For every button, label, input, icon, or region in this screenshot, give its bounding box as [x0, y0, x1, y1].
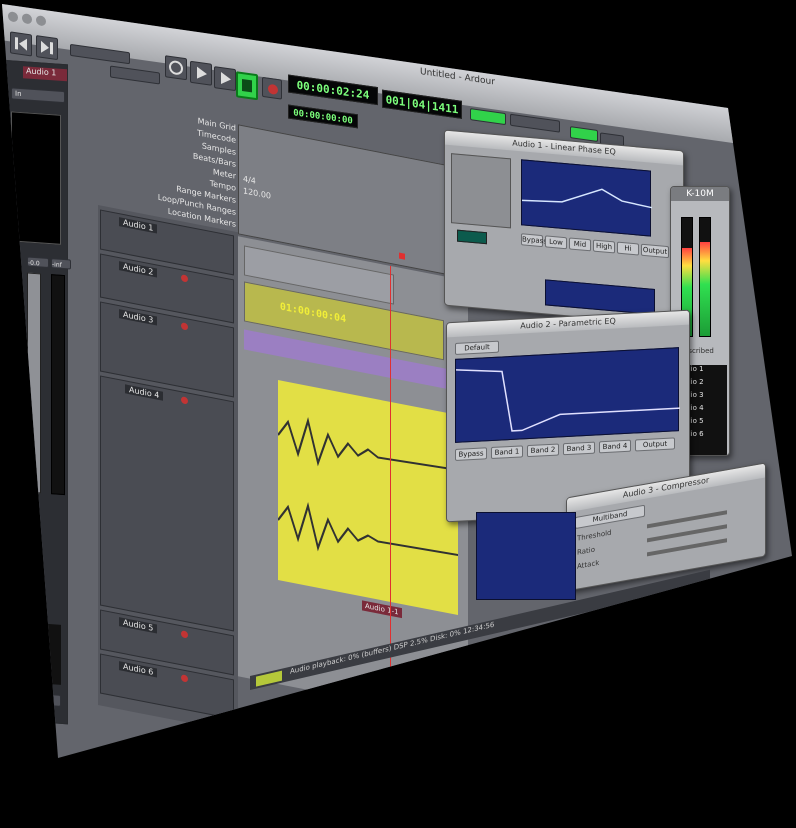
strip-peak-display[interactable]: -inf	[51, 258, 71, 270]
zoom-window-icon[interactable]	[36, 15, 46, 27]
track-name[interactable]: Audio 1	[119, 217, 158, 234]
record-icon	[268, 83, 278, 96]
eq-1-graph[interactable]	[521, 159, 653, 237]
eq-2-curve	[455, 369, 680, 432]
playhead-line	[390, 265, 391, 707]
record-button[interactable]	[262, 76, 282, 100]
goto-end-button[interactable]	[36, 35, 58, 61]
strip-plugin-box[interactable]	[11, 111, 61, 245]
track-header[interactable]: Audio 4	[100, 375, 234, 632]
meter-value: 4/4	[243, 174, 256, 186]
close-window-icon[interactable]	[8, 11, 18, 23]
goto-start-icon	[15, 37, 27, 51]
compressor-label: Attack	[577, 558, 600, 571]
track-record-button[interactable]	[181, 322, 188, 331]
eq-2-graph[interactable]	[455, 347, 680, 443]
minimize-window-icon[interactable]	[22, 13, 32, 25]
eq-1-button[interactable]: Low	[545, 235, 567, 250]
tempo-value: 120.00	[243, 186, 271, 201]
play-range-icon	[197, 66, 207, 79]
track-record-button[interactable]	[181, 674, 188, 683]
eq-plugin-window-1[interactable]: Audio 1 - Linear Phase EQ Bypass Low Mid…	[444, 129, 684, 327]
track-record-button[interactable]	[181, 274, 188, 283]
strip-lower-box	[11, 621, 61, 685]
eq-1-button[interactable]: High	[593, 239, 615, 254]
eq-2-button[interactable]: Output	[635, 437, 675, 452]
primary-clock[interactable]: 00:00:02:24	[288, 74, 378, 106]
track-name[interactable]: Audio 2	[119, 261, 158, 278]
play-icon	[221, 72, 231, 85]
sync-button[interactable]	[510, 113, 560, 133]
strip-name-label: Audio 1	[26, 66, 57, 78]
play-button[interactable]	[214, 66, 236, 92]
track-record-button[interactable]	[181, 630, 188, 639]
loop-button[interactable]	[165, 55, 187, 81]
compressor-slider[interactable]	[647, 538, 727, 557]
eq-2-button[interactable]: Band 2	[527, 443, 559, 458]
eq-2-button[interactable]: Band 3	[563, 441, 595, 456]
goto-end-icon	[41, 40, 53, 55]
punch-in-button[interactable]	[470, 108, 506, 126]
ardour-window: Untitled - Ardour 00:00:02:24 00:00:00:0…	[2, 4, 792, 758]
track-record-button[interactable]	[181, 396, 188, 405]
punch-out-button[interactable]	[570, 126, 598, 143]
goto-start-button[interactable]	[10, 31, 32, 57]
shuttle-speed[interactable]	[110, 65, 160, 85]
compressor-label: Ratio	[577, 545, 595, 557]
waveform-graphic	[277, 417, 459, 557]
track-canvas[interactable]: 01:00:00:04 Audio 1-1	[238, 236, 468, 721]
stop-icon	[242, 79, 252, 93]
strip-input-label: In	[15, 89, 22, 99]
strip-name[interactable]: Audio 1	[23, 66, 67, 82]
track-name[interactable]: Audio 6	[119, 661, 158, 678]
eq-2-button[interactable]: Band 1	[491, 445, 523, 460]
bbt-clock[interactable]: 001|04|1411	[382, 89, 462, 119]
compressor-graph[interactable]	[476, 512, 576, 600]
track-name[interactable]: Audio 5	[119, 617, 158, 634]
strip-peak-value: -inf	[52, 261, 62, 269]
eq-2-button[interactable]: Band 4	[599, 439, 631, 454]
playhead-marker[interactable]	[399, 252, 405, 260]
eq-2-button[interactable]: Bypass	[455, 447, 487, 461]
eq-1-button[interactable]: Mid	[569, 237, 591, 252]
track-name[interactable]: Audio 3	[119, 309, 158, 326]
track-name[interactable]: Audio 4	[125, 384, 164, 401]
strip-gain-value: -0.0	[28, 259, 40, 268]
editor-timecode: 01:00:00:04	[279, 301, 347, 326]
strip-comments-button[interactable]: Comments	[13, 691, 61, 707]
eq-2-preset-select[interactable]: Default	[455, 340, 499, 355]
k-meter-right	[699, 217, 711, 337]
eq-1-value-display	[457, 229, 487, 245]
waveform-region[interactable]	[277, 380, 459, 616]
shuttle-menu[interactable]	[70, 43, 130, 65]
track-headers: Audio 1 Audio 2 Audio 3 Audio 4 Audio 5 …	[98, 205, 238, 733]
strip-input-button[interactable]: In	[11, 87, 65, 104]
strip-gain-display[interactable]: -0.0	[27, 256, 49, 269]
play-range-button[interactable]	[190, 60, 212, 86]
strip-comments-label: Comments	[16, 693, 54, 705]
eq-1-button[interactable]: Output	[641, 243, 669, 259]
k-meter-title: K-10M	[671, 187, 729, 201]
strip-meter	[51, 274, 65, 496]
editor-mixer-strip: Audio 1 In -0.0 -inf Comments	[6, 60, 71, 725]
strip-fader-track[interactable]	[27, 272, 41, 494]
compressor-label: Threshold	[577, 528, 612, 543]
loop-icon	[169, 60, 183, 75]
eq-1-knob-pad[interactable]	[451, 153, 511, 229]
eq-1-button[interactable]: Bypass	[521, 233, 547, 248]
stop-button[interactable]	[236, 71, 258, 101]
eq-1-button[interactable]: Hi	[617, 241, 639, 256]
eq-1-secondary-graph[interactable]	[545, 279, 655, 315]
eq-1-curve	[521, 188, 653, 209]
